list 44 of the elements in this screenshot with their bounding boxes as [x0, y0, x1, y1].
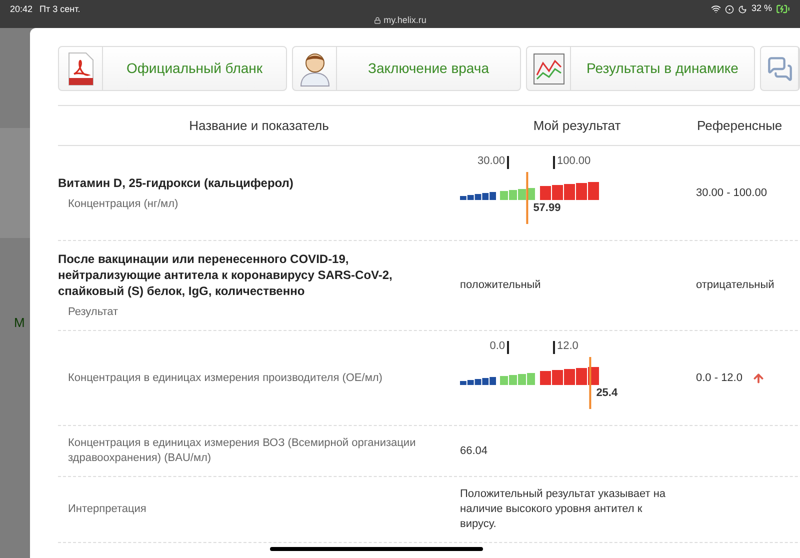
high-limit-label: 12.0	[557, 341, 578, 352]
toolbar-button[interactable]	[760, 46, 800, 91]
indicator-name: Интерпретация	[67, 502, 148, 517]
indicator-name: Концентрация в единицах измерения ВОЗ (Всемирной организации здравоохранения) (BAU/мл)	[67, 436, 417, 466]
high-limit-tick	[553, 341, 554, 354]
indicator-name: Концентрация в единицах измерения производителя (ОЕ/мл)	[67, 370, 384, 386]
test-name: После вакцинации или перенесенного COVID-19, нейтрализующие антитела к коронавирусу SARS-CoV-2, спайковый (S) белок, IgG, количественно	[58, 251, 394, 299]
low-limit-label: 0.0	[490, 341, 505, 352]
moon-icon	[738, 4, 748, 14]
toolbar-button[interactable]: Официальный бланк	[58, 46, 287, 91]
column-header: Референсные	[696, 116, 782, 135]
speech-bubbles-icon	[766, 56, 792, 82]
result-text: положительный	[460, 278, 542, 293]
column-header: Мой результат	[532, 116, 622, 135]
column-header: Название и показатель	[188, 116, 330, 135]
low-limit-tick	[507, 156, 508, 169]
clock-time: 20:42	[10, 3, 33, 16]
doctor-avatar-icon	[298, 50, 330, 86]
test-name: Витамин D, 25-гидрокси (кальциферол)	[58, 174, 294, 190]
result-text: Положительный результат указывает на наличие высокого уровня антител к вирусу.	[460, 487, 667, 532]
reference-range: 0.0 - 12.0	[696, 370, 742, 386]
result-text: 66.04	[460, 444, 489, 458]
toolbar-button[interactable]: Заключение врача	[292, 46, 521, 91]
result-value: 57.99	[533, 203, 561, 214]
battery-icon	[776, 2, 790, 16]
result-value: 25.4	[596, 388, 618, 399]
line-chart-icon	[532, 52, 564, 84]
indicator-name: Концентрация (нг/мл)	[67, 196, 180, 212]
reference-range: 30.00 - 100.00	[696, 186, 767, 201]
low-limit-tick	[507, 341, 508, 354]
pdf-file-icon	[68, 52, 94, 86]
battery-percent: 32 %	[751, 2, 772, 16]
high-limit-tick	[553, 156, 554, 169]
wifi-icon	[711, 4, 722, 14]
background-text: М	[14, 316, 26, 329]
indicator-name: Результат	[67, 305, 120, 320]
high-limit-label: 100.00	[557, 156, 591, 167]
lock-rotation-icon	[725, 4, 734, 14]
lock-icon	[374, 17, 381, 24]
date-text: Пт 3 сент.	[40, 3, 80, 16]
toolbar-button[interactable]: Результаты в динамике	[526, 46, 755, 91]
url-text: my.helix.ru	[384, 14, 426, 27]
reference-range: отрицательный	[696, 278, 774, 294]
low-limit-label: 30.00	[477, 156, 505, 167]
